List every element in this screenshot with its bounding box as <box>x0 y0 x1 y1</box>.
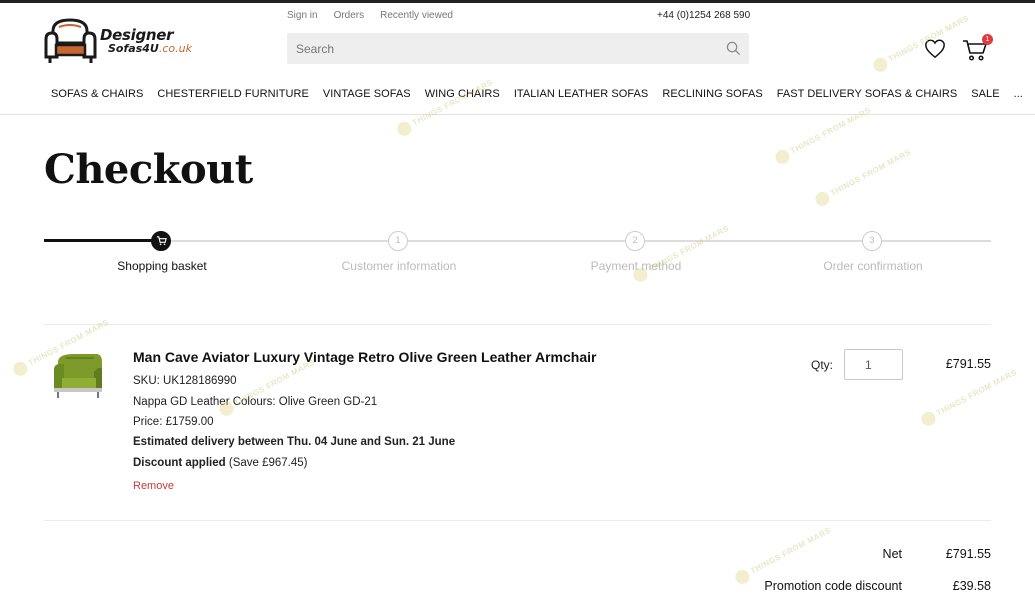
qty-label: Qty: <box>811 358 834 372</box>
delivery-estimate: Estimated delivery between Thu. 04 June … <box>133 436 456 448</box>
progress-track <box>44 240 991 242</box>
product-thumbnail[interactable] <box>52 350 104 400</box>
recently-viewed-link[interactable]: Recently viewed <box>380 10 453 21</box>
nav-sale[interactable]: SALE <box>971 88 999 100</box>
promotion-discount-label: Promotion code discount <box>764 579 902 593</box>
nav-chesterfield-furniture[interactable]: CHESTERFIELD FURNITURE <box>157 88 308 100</box>
phone-number[interactable]: +44 (0)1254 268 590 <box>657 10 750 21</box>
site-logo[interactable]: Designer Sofas4U.co.uk <box>43 17 213 65</box>
step-customer-information-label: Customer information <box>341 259 457 273</box>
nav-more[interactable]: ... <box>1014 88 1023 100</box>
product-name[interactable]: Man Cave Aviator Luxury Vintage Retro Ol… <box>133 349 596 365</box>
nav-italian-leather-sofas[interactable]: ITALIAN LEATHER SOFAS <box>514 88 649 100</box>
remove-item-link[interactable]: Remove <box>133 480 174 492</box>
watermark: THINGS FROM MARS <box>813 146 914 208</box>
nav-sofas-chairs[interactable]: SOFAS & CHAIRS <box>51 88 143 100</box>
net-label: Net <box>882 547 902 561</box>
cart-count-badge: 1 <box>982 34 993 45</box>
product-price: Price: £1759.00 <box>133 416 214 428</box>
basket-bottom-divider <box>44 520 991 521</box>
progress-track-complete <box>44 239 159 242</box>
nav-fast-delivery[interactable]: FAST DELIVERY SOFAS & CHAIRS <box>777 88 958 100</box>
nav-vintage-sofas[interactable]: VINTAGE SOFAS <box>323 88 411 100</box>
search-icon[interactable] <box>726 41 741 56</box>
step-order-confirmation-label: Order confirmation <box>823 259 923 273</box>
step-payment-method-dot: 2 <box>625 231 645 251</box>
step-customer-information-dot: 1 <box>388 231 408 251</box>
top-links: Sign in Orders Recently viewed <box>287 10 469 21</box>
watermark: THINGS FROM MARS <box>919 366 1020 428</box>
watermark: THINGS FROM MARS <box>871 12 972 74</box>
watermark: THINGS FROM MARS <box>395 76 496 138</box>
step-order-confirmation-dot: 3 <box>862 231 882 251</box>
product-sku: SKU: UK128186990 <box>133 375 237 387</box>
sign-in-link[interactable]: Sign in <box>287 10 318 21</box>
net-value: £791.55 <box>945 547 991 561</box>
top-border <box>0 0 1035 3</box>
discount-info: Discount applied (Save £967.45) <box>133 457 308 469</box>
line-total: £791.55 <box>945 357 991 371</box>
search-input[interactable] <box>287 33 707 64</box>
nav-reclining-sofas[interactable]: RECLINING SOFAS <box>662 88 762 100</box>
watermark: THINGS FROM MARS <box>631 222 732 284</box>
search-bar <box>287 33 749 64</box>
page-title: Checkout <box>44 146 253 193</box>
logo-line-1: Designer <box>100 26 174 44</box>
watermark: THINGS FROM MARS <box>217 356 318 418</box>
watermark: THINGS FROM MARS <box>733 524 834 586</box>
quantity-input[interactable] <box>844 349 903 380</box>
logo-line-2: Sofas4U.co.uk <box>108 42 192 55</box>
header-divider <box>0 114 1035 115</box>
step-shopping-basket-dot <box>151 231 171 251</box>
step-shopping-basket-label[interactable]: Shopping basket <box>117 259 206 273</box>
orders-link[interactable]: Orders <box>334 10 365 21</box>
main-nav: SOFAS & CHAIRS CHESTERFIELD FURNITURE VI… <box>51 88 1035 100</box>
promotion-discount-value: £39.58 <box>952 579 991 593</box>
armchair-logo-icon <box>44 18 97 63</box>
basket-top-divider <box>44 324 991 325</box>
cart-icon <box>156 236 167 246</box>
